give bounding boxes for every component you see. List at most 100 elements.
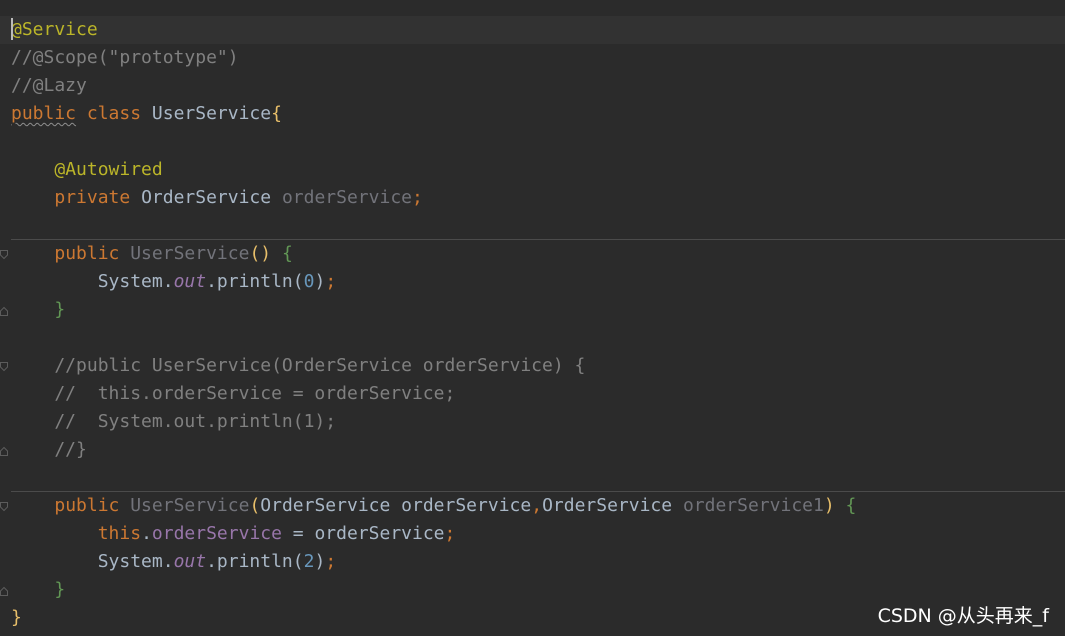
- code-line-text: //@Scope("prototype"): [11, 44, 239, 72]
- code-token: = orderService: [281, 523, 445, 544]
- code-token: (: [249, 495, 261, 516]
- code-token: class: [76, 103, 152, 124]
- code-line[interactable]: this.orderService = orderService;: [0, 520, 1065, 548]
- code-token: }: [11, 607, 22, 628]
- code-line[interactable]: private OrderService orderService;: [0, 184, 1065, 212]
- code-token: // System.out.println(1);: [11, 411, 337, 432]
- code-line[interactable]: [0, 212, 1065, 240]
- code-line-text: //public UserService(OrderService orderS…: [11, 352, 585, 380]
- code-token: private: [54, 187, 142, 208]
- code-token: 2: [303, 551, 315, 572]
- code-token: @Autowired: [54, 159, 163, 180]
- code-line[interactable]: [0, 128, 1065, 156]
- watermark: CSDN @从头再来_f: [877, 605, 1049, 627]
- code-line[interactable]: System.out.println(2);: [0, 548, 1065, 576]
- code-token: }: [54, 299, 66, 320]
- code-token: .println(: [206, 271, 304, 292]
- code-editor[interactable]: @Service //@Scope("prototype") //@Lazy publ…: [0, 0, 1065, 636]
- code-token: .: [141, 523, 152, 544]
- code-token: public: [54, 243, 131, 264]
- code-token: this: [97, 523, 142, 544]
- code-line-text: }: [11, 296, 65, 324]
- code-line[interactable]: //@Lazy: [0, 72, 1065, 100]
- code-line[interactable]: //@Scope("prototype"): [0, 44, 1065, 72]
- code-token: orderService: [151, 523, 282, 544]
- code-line-text: this.orderService = orderService;: [11, 520, 456, 548]
- code-token: //}: [11, 439, 87, 460]
- code-line-text: public UserService(OrderService orderSer…: [11, 492, 856, 520]
- code-line-text: private OrderService orderService;: [11, 184, 423, 212]
- code-token: //@Scope("prototype"): [11, 47, 239, 68]
- code-token: out: [173, 551, 207, 572]
- code-token: orderService1: [682, 495, 824, 516]
- code-line[interactable]: //public UserService(OrderService orderS…: [0, 352, 1065, 380]
- code-line[interactable]: [0, 464, 1065, 492]
- code-line[interactable]: @Service: [0, 16, 1065, 44]
- code-line[interactable]: @Autowired: [0, 156, 1065, 184]
- code-line-text: public UserService() {: [11, 240, 293, 268]
- code-token: public: [54, 495, 131, 516]
- code-line-text: // System.out.println(1);: [11, 408, 336, 436]
- code-token: orderService: [281, 187, 412, 208]
- code-line-text: System.out.println(0);: [11, 268, 336, 296]
- code-token: }: [54, 579, 66, 600]
- code-line-text: public class UserService{: [11, 100, 282, 128]
- code-token: UserService: [151, 103, 272, 124]
- code-token: OrderService orderService: [260, 495, 532, 516]
- code-line[interactable]: System.out.println(0);: [0, 268, 1065, 296]
- code-line[interactable]: // this.orderService = orderService;: [0, 380, 1065, 408]
- code-token: ,: [531, 495, 543, 516]
- code-token: UserService: [130, 495, 250, 516]
- code-line[interactable]: public UserService(OrderService orderSer…: [0, 492, 1065, 520]
- code-line-text: }: [11, 576, 65, 604]
- code-token: System.: [11, 271, 174, 292]
- code-token: OrderService: [542, 495, 683, 516]
- code-token: ;: [412, 187, 423, 208]
- code-token: // this.orderService = orderService;: [11, 383, 456, 404]
- code-line-text: }: [11, 604, 22, 632]
- code-token: ): [314, 271, 326, 292]
- code-token: ;: [325, 271, 337, 292]
- text-caret: [11, 18, 13, 40]
- code-line[interactable]: }: [0, 296, 1065, 324]
- code-token: @Service: [11, 19, 98, 40]
- code-token: ): [314, 551, 326, 572]
- code-token: ;: [325, 551, 337, 572]
- code-token: public: [11, 103, 77, 124]
- code-token: //@Lazy: [11, 75, 87, 96]
- code-token: (): [249, 243, 272, 264]
- code-token: {: [845, 495, 857, 516]
- code-token: {: [271, 103, 282, 124]
- code-token: System.: [11, 551, 174, 572]
- code-line-text: // this.orderService = orderService;: [11, 380, 455, 408]
- code-token: UserService: [130, 243, 250, 264]
- code-line-text: //@Lazy: [11, 72, 87, 100]
- code-line-text: //}: [11, 436, 87, 464]
- code-token: {: [281, 243, 293, 264]
- code-line[interactable]: public UserService() {: [0, 240, 1065, 268]
- code-token: ;: [444, 523, 456, 544]
- code-token: 0: [303, 271, 315, 292]
- code-token: out: [173, 271, 207, 292]
- code-line[interactable]: }: [0, 576, 1065, 604]
- code-line-text: System.out.println(2);: [11, 548, 336, 576]
- code-token: //public UserService(OrderService orderS…: [11, 355, 586, 376]
- code-line[interactable]: // System.out.println(1);: [0, 408, 1065, 436]
- code-line[interactable]: public class UserService{: [0, 100, 1065, 128]
- code-token: .println(: [206, 551, 304, 572]
- code-line-text: @Service: [11, 16, 98, 44]
- code-line[interactable]: [0, 324, 1065, 352]
- code-token: ): [823, 495, 835, 516]
- code-token: OrderService: [141, 187, 282, 208]
- code-line[interactable]: //}: [0, 436, 1065, 464]
- code-line-text: @Autowired: [11, 156, 163, 184]
